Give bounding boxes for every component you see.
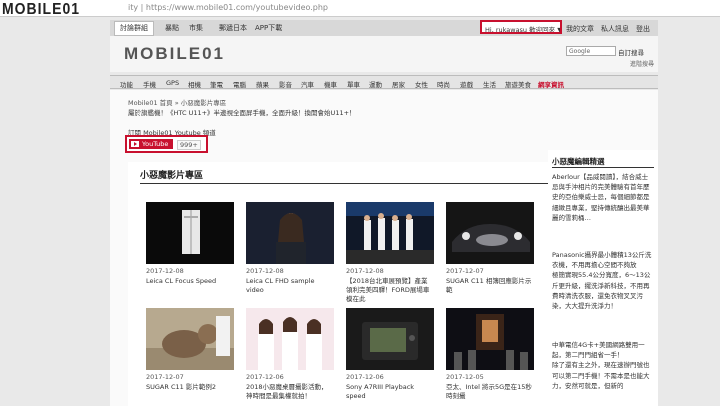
cat-item[interactable]: 手機 bbox=[143, 79, 156, 89]
video-date: 2017-12-08 bbox=[246, 267, 284, 275]
category-nav: 功能 手機 GPS 相機 筆電 電腦 蘋果 影音 汽車 機車 單車 運動 居家 … bbox=[110, 75, 658, 89]
tab-forum[interactable]: 討論群組 bbox=[114, 21, 154, 36]
my-posts-link[interactable]: 我的文章 bbox=[566, 24, 594, 34]
video-title[interactable]: Sony A7RIII Playback speed bbox=[346, 383, 434, 401]
messages-link[interactable]: 私人訊息 bbox=[601, 24, 629, 34]
tab-news[interactable]: 暴點 bbox=[160, 22, 184, 34]
cat-item[interactable]: 女性 bbox=[415, 79, 428, 89]
video-date: 2017-12-06 bbox=[246, 373, 284, 381]
portrait-image bbox=[246, 202, 334, 264]
tab-market[interactable]: 市集 bbox=[184, 22, 208, 34]
divider bbox=[140, 183, 548, 184]
search-input[interactable]: Google bbox=[566, 46, 616, 56]
cat-item[interactable]: 遊戲 bbox=[460, 79, 473, 89]
cat-item[interactable]: 功能 bbox=[120, 79, 133, 89]
video-panel: 小惡魔影片專區 2017-12-08 Leica CL Focus Speed bbox=[128, 162, 556, 406]
video-date: 2017-12-07 bbox=[446, 267, 484, 275]
video-card[interactable]: 2017-12-07 SUGAR C11 影片範例2 bbox=[146, 308, 234, 392]
user-menu[interactable]: Hi, rukawasu 歡迎回來 ▼ bbox=[480, 20, 562, 34]
video-card[interactable]: 2017-12-08 Leica CL FHD sample video bbox=[246, 202, 334, 295]
video-thumbnail[interactable] bbox=[146, 308, 234, 370]
youtube-subscribe-box[interactable]: YouTube 999+ bbox=[125, 135, 208, 153]
tab-app[interactable]: APP下載 bbox=[250, 22, 287, 34]
cat-item[interactable]: 單車 bbox=[347, 79, 360, 89]
video-date: 2017-12-06 bbox=[346, 373, 384, 381]
video-title[interactable]: 【2018台北車展預覽】產業領利完美四驛！FORD展場車模在此 bbox=[346, 277, 434, 304]
cat-item[interactable]: GPS bbox=[166, 79, 179, 87]
cat-item-highlight[interactable]: 網享資訊 bbox=[538, 79, 564, 89]
cat-item[interactable]: 時尚 bbox=[437, 79, 450, 89]
cat-item[interactable]: 機車 bbox=[324, 79, 337, 89]
youtube-icon bbox=[131, 141, 139, 147]
advanced-search-link[interactable]: 進階搜尋 bbox=[630, 59, 654, 68]
site-logo[interactable]: MOBILE01 bbox=[124, 44, 225, 64]
cat-item[interactable]: 蘋果 bbox=[256, 79, 269, 89]
video-card[interactable]: 2017-12-05 亞太、Intel 將示5G是在15秒時刻攝 bbox=[446, 308, 534, 401]
video-date: 2017-12-05 bbox=[446, 373, 484, 381]
breadcrumb[interactable]: Mobile01 首頁 » 小惡魔影片專區 bbox=[128, 97, 226, 107]
subscriber-count: 999+ bbox=[177, 140, 201, 150]
divider bbox=[552, 167, 654, 168]
cat-item[interactable]: 筆電 bbox=[210, 79, 223, 89]
video-thumbnail[interactable] bbox=[246, 308, 334, 370]
car-show-models-image bbox=[346, 202, 434, 264]
search-label[interactable]: 自訂搜尋 bbox=[618, 47, 644, 57]
video-thumbnail[interactable] bbox=[346, 308, 434, 370]
video-thumbnail[interactable] bbox=[346, 202, 434, 264]
promo-link[interactable]: 屬於旗艦機！《HTC U11+》半邊視全面屏手機，全面升級！換開會始U11+！ bbox=[128, 107, 356, 117]
video-card[interactable]: 2017-12-08 Leica CL Focus Speed bbox=[146, 202, 234, 286]
youtube-label: YouTube bbox=[142, 140, 169, 148]
video-date: 2017-12-08 bbox=[346, 267, 384, 275]
cat-image bbox=[146, 308, 234, 370]
cat-item[interactable]: 相機 bbox=[188, 79, 201, 89]
video-date: 2017-12-08 bbox=[146, 267, 184, 275]
url-text[interactable]: ity | https://www.mobile01.com/youtubevi… bbox=[128, 3, 328, 12]
site-header: MOBILE01 Google 自訂搜尋 進階搜尋 bbox=[110, 36, 658, 72]
car-image bbox=[446, 202, 534, 264]
cat-item[interactable]: 影音 bbox=[279, 79, 292, 89]
video-thumbnail[interactable] bbox=[146, 202, 234, 264]
sidebar-title: 小惡魔編輯精選 bbox=[552, 157, 605, 166]
video-thumbnail[interactable] bbox=[446, 308, 534, 370]
video-title[interactable]: Leica CL FHD sample video bbox=[246, 277, 334, 295]
mobile01-small-logo: MOBILE01 bbox=[2, 0, 80, 17]
video-card[interactable]: 2017-12-06 2018小惡魔桌曆攝影活動，神時間是最集權就拍！ bbox=[246, 308, 334, 401]
cat-item[interactable]: 運動 bbox=[369, 79, 382, 89]
video-date: 2017-12-07 bbox=[146, 373, 184, 381]
logo-text: MOBILE01 bbox=[2, 0, 81, 18]
sidebar-editor-picks: 小惡魔編輯精選 Aberlour【品威閱讀】，結合威士忌與手沖相片的完美體驗有首… bbox=[548, 150, 658, 406]
calendar-models-image bbox=[246, 308, 334, 370]
sidebar-article[interactable]: Aberlour【品威閱讀】，結合威士忌與手沖相片的完美體驗有首年歷史的亞伯樂威… bbox=[552, 172, 652, 223]
sidebar-article[interactable]: Panasonic攝界最小體積13公斤洗衣機，不用再擔心空間不夠放 極簡實現55… bbox=[552, 250, 652, 311]
event-hall-image bbox=[446, 308, 534, 370]
tab-japan[interactable]: 郵遞日本 bbox=[214, 22, 252, 34]
cat-item[interactable]: 旅遊美食 bbox=[505, 79, 531, 89]
cat-item[interactable]: 居家 bbox=[392, 79, 405, 89]
video-card[interactable]: 2017-12-08 【2018台北車展預覽】產業領利完美四驛！FORD展場車模… bbox=[346, 202, 434, 304]
video-card[interactable]: 2017-12-07 SUGAR C11 相簿回應影片示範 bbox=[446, 202, 534, 295]
camera-focus-image bbox=[146, 202, 234, 264]
panel-title: 小惡魔影片專區 bbox=[140, 171, 204, 181]
video-title[interactable]: 亞太、Intel 將示5G是在15秒時刻攝 bbox=[446, 383, 534, 401]
camera-screen-image bbox=[346, 308, 434, 370]
video-thumbnail[interactable] bbox=[246, 202, 334, 264]
cat-item[interactable]: 電腦 bbox=[233, 79, 246, 89]
logout-link[interactable]: 登出 bbox=[636, 24, 650, 34]
video-thumbnail[interactable] bbox=[446, 202, 534, 264]
youtube-subscribe-button[interactable]: YouTube bbox=[129, 139, 173, 149]
video-card[interactable]: 2017-12-06 Sony A7RIII Playback speed bbox=[346, 308, 434, 401]
sidebar-article[interactable]: 中華電信4G卡+美國網路雙用一起，第二門門組省一手！ 除了還有主之外，現在速辦門… bbox=[552, 340, 652, 391]
video-title[interactable]: 2018小惡魔桌曆攝影活動，神時間是最集權就拍！ bbox=[246, 383, 334, 401]
cat-item[interactable]: 汽車 bbox=[301, 79, 314, 89]
video-title[interactable]: SUGAR C11 影片範例2 bbox=[146, 383, 234, 392]
video-title[interactable]: SUGAR C11 相簿回應影片示範 bbox=[446, 277, 534, 295]
browser-address-bar[interactable]: MOBILE01 ity | https://www.mobile01.com/… bbox=[0, 0, 720, 17]
video-title[interactable]: Leica CL Focus Speed bbox=[146, 277, 234, 286]
cat-item[interactable]: 生活 bbox=[483, 79, 496, 89]
